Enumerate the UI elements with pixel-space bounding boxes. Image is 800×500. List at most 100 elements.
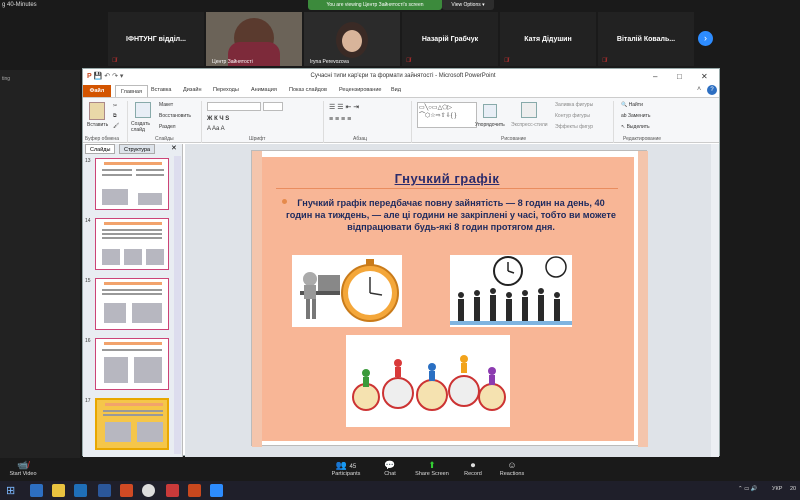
slide-thumbnail[interactable] — [95, 278, 169, 330]
participant-tile[interactable]: ІФНТУНГ відділ... 🎙̸ — [108, 12, 204, 66]
participant-tile[interactable]: Катя Дідушин 🎙̸ — [500, 12, 596, 66]
ribbon-divider — [323, 101, 324, 143]
shape-fill-button[interactable]: Заливка фигуры — [555, 102, 593, 108]
participants-button[interactable]: 👥 45 Participants — [326, 460, 366, 477]
participant-name: Віталій Коваль... — [616, 35, 676, 43]
slide-thumbnail-selected[interactable] — [95, 398, 169, 450]
select-button[interactable]: ↖ Выделить — [621, 124, 650, 130]
start-video-button[interactable]: 📹̸ Start Video — [6, 460, 40, 477]
cut-icon[interactable]: ✂ — [113, 103, 117, 109]
record-button[interactable]: ⏺ Record — [460, 460, 486, 477]
font-size-select[interactable] — [263, 102, 283, 111]
font-name-select[interactable] — [207, 102, 261, 111]
new-slide-icon[interactable] — [135, 102, 151, 118]
arrange-button[interactable]: Упорядочить — [475, 122, 505, 128]
section-button[interactable]: Раздел — [159, 124, 176, 130]
share-screen-button[interactable]: ⬆ Share Screen — [412, 460, 452, 477]
find-button[interactable]: 🔍 Найти — [621, 102, 643, 108]
align-icon[interactable]: ≡ ≡ ≡ ≡ — [329, 116, 351, 123]
thumb-image — [134, 357, 162, 383]
windows-start-icon[interactable]: ⊞ — [6, 484, 15, 497]
reactions-button[interactable]: ☺ Reactions — [496, 460, 528, 477]
tab-file[interactable]: Файл — [83, 85, 111, 97]
file-explorer-icon[interactable] — [52, 484, 65, 497]
zoom-controls-bar: 📹̸ Start Video 👥 45 Participants 💬 Chat … — [0, 458, 800, 481]
chrome-icon[interactable] — [142, 484, 155, 497]
shape-outline-button[interactable]: Контур фигуры — [555, 113, 590, 119]
chat-button[interactable]: 💬 Chat — [378, 460, 402, 477]
tab-home[interactable]: Главная — [115, 85, 148, 97]
reset-button[interactable]: Восстановить — [159, 113, 191, 119]
participant-video-tile[interactable]: Iryna Perevozova — [304, 12, 400, 66]
shapes-gallery[interactable]: ▭╲○▭△⬠▷ ⌒⬡☆⇨⇧⇩{ } — [417, 102, 477, 128]
format-painter-icon[interactable]: 🖌 — [113, 123, 119, 129]
list-icon[interactable]: ☰ ☰ ⇤ ⇥ — [329, 103, 359, 111]
help-icon[interactable]: ? — [707, 85, 717, 95]
participant-tile[interactable]: Назарій Грабчук 🎙̸ — [402, 12, 498, 66]
tab-design[interactable]: Дизайн — [183, 87, 202, 93]
tab-transitions[interactable]: Переходы — [213, 87, 239, 93]
running-clocks-image[interactable] — [346, 335, 510, 427]
thumb-image — [102, 189, 128, 205]
word-icon[interactable] — [98, 484, 111, 497]
tab-view[interactable]: Вид — [391, 87, 401, 93]
participant-name: Iryna Perevozova — [310, 59, 349, 65]
zoom-taskbar-icon[interactable] — [210, 484, 223, 497]
tab-review[interactable]: Рецензирование — [339, 87, 381, 93]
zoom-screen: { "zoom": { "window_title": "g 40-Minute… — [0, 0, 800, 500]
ribbon-collapse-icon[interactable]: ˄ — [697, 86, 701, 93]
pdf-icon[interactable] — [166, 484, 179, 497]
slide-canvas[interactable]: Гнучкий графік Гнучкий графік передбачає… — [251, 150, 648, 447]
shape-effects-button[interactable]: Эффекты фигур — [555, 124, 593, 130]
layout-button[interactable]: Макет — [159, 102, 173, 108]
ribbon-divider — [127, 101, 128, 143]
quick-styles-icon[interactable] — [521, 102, 537, 118]
ppt-taskbar-icon[interactable] — [120, 484, 133, 497]
clock-time[interactable]: 20 — [790, 486, 796, 492]
bold-icon[interactable]: Ж К Ч S — [207, 116, 229, 122]
arrange-icon[interactable] — [483, 104, 497, 118]
business-clock-image[interactable] — [450, 255, 572, 327]
close-icon[interactable]: ✕ — [701, 72, 708, 81]
slide-body-text[interactable]: Гнучкий графік передбачає повну зайнятіс… — [286, 197, 616, 233]
slide-title[interactable]: Гнучкий графік — [276, 171, 618, 186]
store-icon[interactable] — [74, 484, 87, 497]
participant-name: Центр Зайнятості — [212, 59, 253, 65]
tab-insert[interactable]: Вставка — [151, 87, 171, 93]
panel-scrollbar[interactable] — [174, 156, 181, 454]
quick-styles-button[interactable]: Экспресс-стили — [511, 122, 548, 128]
view-options-button[interactable]: View Options ▾ — [442, 0, 494, 10]
slide-thumbnail[interactable] — [95, 338, 169, 390]
tray-icons[interactable]: ⌃ ▭ 🔊 — [738, 486, 758, 492]
slide-thumbnail[interactable] — [95, 218, 169, 270]
participant-tile[interactable]: Віталій Коваль... 🎙̸ — [598, 12, 694, 66]
font-color-icon[interactable]: A Aa A — [207, 126, 225, 132]
paste-icon[interactable] — [89, 102, 105, 120]
close-panel-icon[interactable]: ✕ — [171, 144, 177, 152]
ppt-icon[interactable] — [188, 484, 201, 497]
record-label: Record — [464, 471, 482, 477]
laptop-clock-image[interactable] — [292, 255, 402, 327]
thumb-line — [136, 169, 164, 171]
slide-thumbnail[interactable] — [95, 158, 169, 210]
paste-button[interactable]: Вставить — [87, 122, 108, 128]
tab-outline[interactable]: Структура — [119, 144, 156, 154]
tab-slideshow[interactable]: Показ слайдов — [289, 87, 327, 93]
new-slide-button[interactable]: Создать слайд — [131, 121, 155, 133]
minimize-icon[interactable]: – — [653, 72, 657, 81]
participant-video-tile[interactable]: Центр Зайнятості — [206, 12, 302, 66]
language-indicator[interactable]: УКР — [772, 486, 782, 492]
editor-scrollbar[interactable] — [711, 144, 719, 457]
next-participants-arrow-icon[interactable]: › — [698, 31, 713, 46]
maximize-icon[interactable]: □ — [677, 72, 682, 81]
video-off-icon: 📹̸ — [17, 460, 29, 470]
thumb-image — [132, 303, 162, 323]
quick-access-toolbar[interactable]: P 💾 ↶ ↷ ▾ — [87, 72, 123, 80]
left-shared-region: ting — [0, 70, 80, 460]
tab-animation[interactable]: Анимация — [251, 87, 277, 93]
edge-icon[interactable] — [30, 484, 43, 497]
muted-mic-icon: 🎙̸ — [406, 58, 411, 64]
tab-slides[interactable]: Слайды — [85, 144, 116, 154]
copy-icon[interactable]: ⧉ — [113, 113, 117, 119]
replace-button[interactable]: ab Заменить — [621, 113, 650, 119]
